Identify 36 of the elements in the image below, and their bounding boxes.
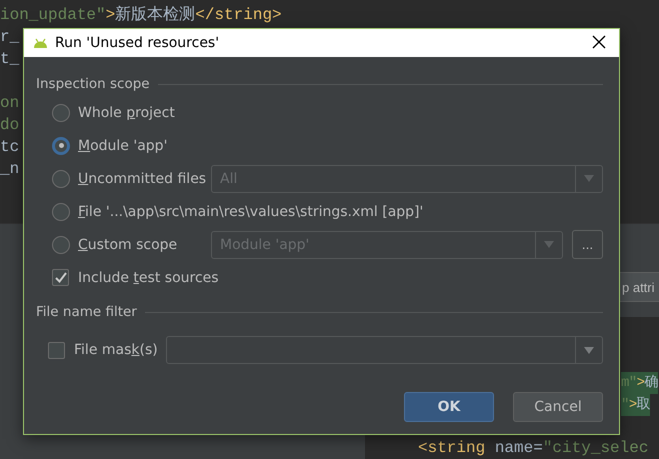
checkbox-label[interactable]: Include test sources <box>78 270 219 286</box>
code-line: on <box>0 93 20 114</box>
radio-button[interactable] <box>52 170 70 188</box>
android-icon <box>33 38 48 48</box>
code-line: tc <box>0 137 20 158</box>
window-title: Run 'Unused resources' <box>55 35 220 51</box>
radio-button[interactable] <box>52 136 70 154</box>
file-mask-dropdown[interactable] <box>166 336 603 364</box>
code-line: r_ <box>0 27 20 48</box>
radio-button[interactable] <box>52 236 70 254</box>
code-line: t_ <box>0 49 20 70</box>
section-title: Inspection scope <box>36 76 150 92</box>
cancel-button[interactable]: Cancel <box>513 392 603 422</box>
dropdown-arrow-icon <box>584 175 594 182</box>
radio-label[interactable]: Whole project <box>78 104 175 120</box>
browse-button[interactable]: ... <box>572 230 603 259</box>
code-line: do <box>0 115 20 136</box>
radio-button[interactable] <box>52 104 70 122</box>
checkbox-label[interactable]: File mask(s) <box>74 342 166 358</box>
section-title: File name filter <box>36 304 137 320</box>
radio-label[interactable]: Module 'app' <box>78 138 168 154</box>
radio-label[interactable]: File '...\app\src\main\res\values\strings.xml [app]' <box>78 204 424 220</box>
checkbox[interactable] <box>52 269 69 286</box>
radio-label[interactable]: Custom scope <box>78 236 211 252</box>
radio-button[interactable] <box>52 202 70 220</box>
dropdown-arrow-icon <box>584 346 594 354</box>
checkbox[interactable] <box>48 342 65 358</box>
dropdown-arrow-icon <box>544 241 554 248</box>
toolbar-button[interactable]: p attri <box>619 272 659 302</box>
code-line: _n <box>0 159 20 180</box>
radio-label[interactable]: Uncommitted files <box>78 170 211 186</box>
code-line: <string name="city_selec <box>418 438 648 459</box>
close-icon <box>592 35 606 49</box>
checkmark-icon <box>54 272 66 283</box>
ok-button[interactable]: OK <box>404 392 494 422</box>
code-line: ion_update">新版本检测</string> <box>0 4 282 26</box>
